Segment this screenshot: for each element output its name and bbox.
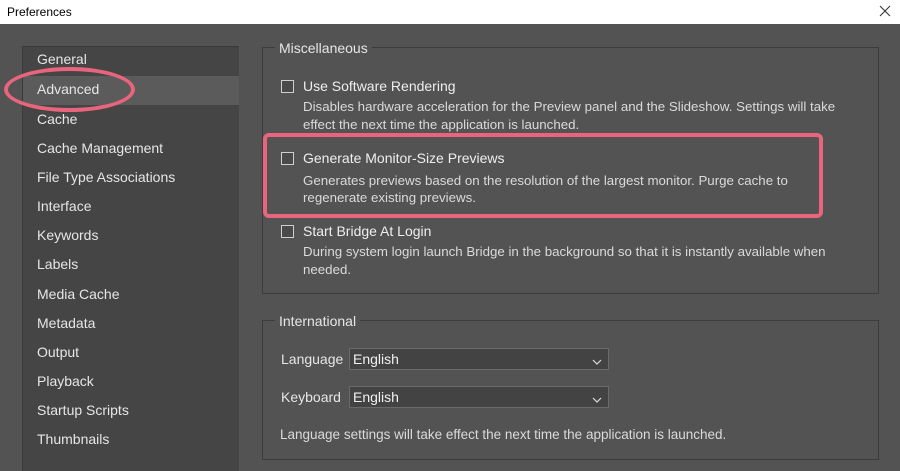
miscellaneous-title: Miscellaneous: [275, 40, 372, 56]
start-at-login-desc-line1: During system login launch Bridge in the…: [303, 244, 826, 259]
sidebar-item-file-type-associations[interactable]: File Type Associations: [23, 164, 239, 193]
title-bar: Preferences: [0, 0, 900, 24]
sidebar-item-metadata[interactable]: Metadata: [23, 310, 239, 339]
sidebar-item-playback[interactable]: Playback: [23, 368, 239, 397]
language-select[interactable]: English: [349, 348, 609, 370]
sidebar-item-label: Keywords: [37, 227, 99, 243]
language-note: Language settings will take effect the n…: [280, 427, 727, 442]
sidebar-item-interface[interactable]: Interface: [23, 193, 239, 222]
sidebar-item-startup-scripts[interactable]: Startup Scripts: [23, 397, 239, 426]
sidebar-item-cache-management[interactable]: Cache Management: [23, 135, 239, 164]
sidebar-item-cache[interactable]: Cache: [23, 106, 239, 135]
sidebar-item-label: Output: [37, 344, 80, 360]
sidebar-item-general[interactable]: General: [23, 47, 239, 76]
sidebar-item-labels[interactable]: Labels: [23, 251, 239, 280]
sidebar-item-label: Thumbnails: [37, 431, 110, 447]
sidebar-item-output[interactable]: Output: [23, 339, 239, 368]
language-label: Language: [281, 351, 344, 367]
sidebar-item-label: Cache: [37, 111, 78, 127]
close-icon[interactable]: [876, 1, 894, 21]
software-rendering-desc-line2: effect the next time the application is …: [303, 117, 580, 132]
sidebar-item-label: Labels: [37, 256, 79, 272]
sidebar-item-label: Interface: [37, 198, 92, 214]
sidebar-item-label: Metadata: [37, 315, 96, 331]
sidebar-item-advanced[interactable]: Advanced: [23, 76, 239, 105]
monitor-size-previews-label[interactable]: Generate Monitor-Size Previews: [303, 150, 505, 166]
keyboard-value: English: [353, 389, 399, 405]
monitor-size-previews-desc-line2: regenerate existing previews.: [303, 190, 476, 205]
window-title: Preferences: [7, 5, 72, 19]
software-rendering-label[interactable]: Use Software Rendering: [303, 78, 456, 94]
chevron-down-icon: [592, 392, 602, 403]
monitor-size-previews-checkbox[interactable]: [281, 152, 294, 165]
sidebar-item-label: Startup Scripts: [37, 402, 129, 418]
software-rendering-desc-line1: Disables hardware acceleration for the P…: [303, 99, 836, 114]
sidebar-item-media-cache[interactable]: Media Cache: [23, 281, 239, 310]
sidebar-item-label: Playback: [37, 373, 94, 389]
keyboard-select[interactable]: English: [349, 386, 609, 408]
sidebar-item-label: Advanced: [37, 81, 100, 97]
sidebar-item-thumbnails[interactable]: Thumbnails: [23, 426, 239, 455]
sidebar-item-keywords[interactable]: Keywords: [23, 222, 239, 251]
preferences-sidebar: General Advanced Cache Cache Management …: [22, 46, 239, 471]
sidebar-item-label: File Type Associations: [37, 169, 176, 185]
sidebar-item-label: Cache Management: [37, 140, 164, 156]
language-value: English: [353, 351, 399, 367]
keyboard-label: Keyboard: [281, 389, 341, 405]
monitor-size-previews-desc-line1: Generates previews based on the resoluti…: [303, 173, 788, 188]
chevron-down-icon: [592, 354, 602, 365]
sidebar-item-label: General: [37, 51, 87, 67]
start-at-login-checkbox[interactable]: [281, 225, 294, 238]
start-at-login-label[interactable]: Start Bridge At Login: [303, 223, 431, 239]
start-at-login-desc-line2: needed.: [303, 262, 352, 277]
software-rendering-checkbox[interactable]: [281, 80, 294, 93]
international-title: International: [275, 313, 361, 329]
sidebar-item-label: Media Cache: [37, 286, 120, 302]
